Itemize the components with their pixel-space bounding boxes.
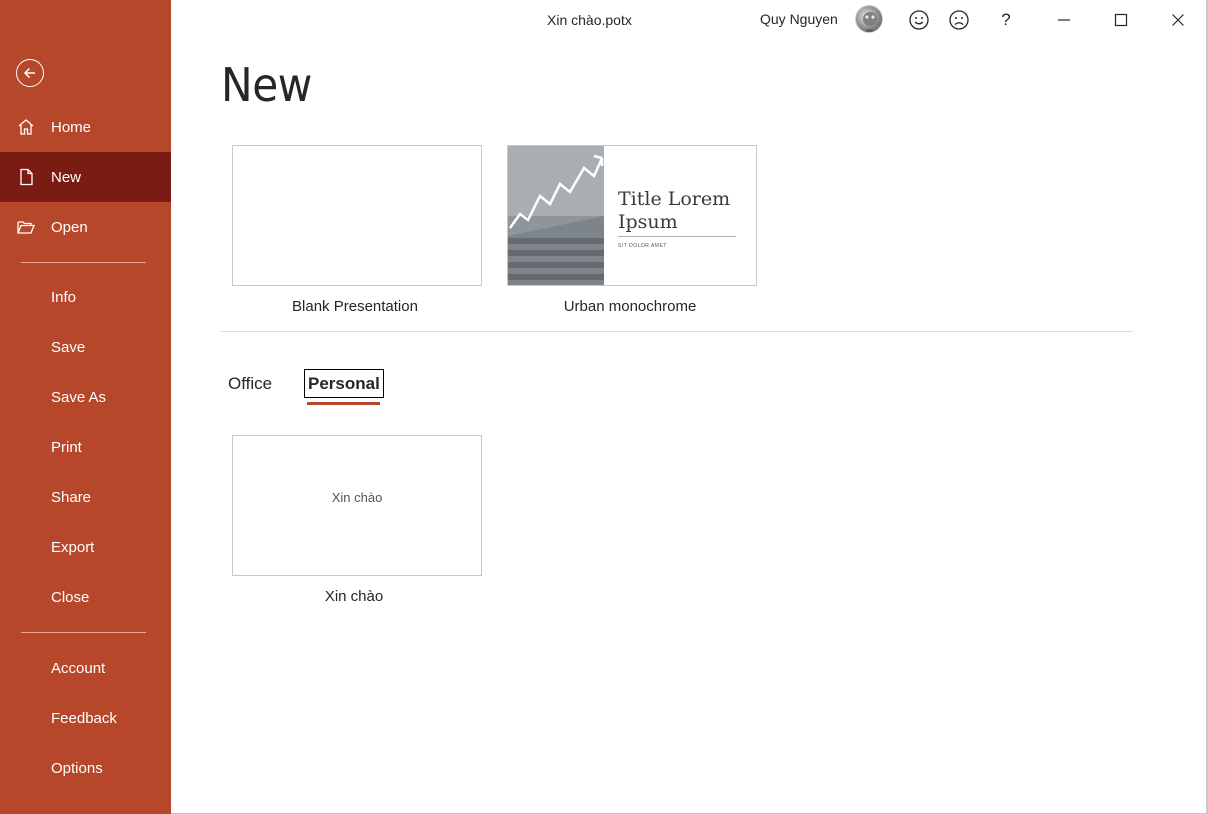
blank-presentation-tile[interactable] <box>232 145 482 286</box>
title-bar: Xin chào.potx Quy Nguyen ? <box>171 0 1208 40</box>
nav-feedback-label: Feedback <box>51 709 117 727</box>
xin-chao-thumbnail-text: Xin chào <box>331 490 383 505</box>
urban-thumbnail-rule <box>618 236 736 237</box>
nav-save-as-label: Save As <box>51 388 107 406</box>
new-document-icon <box>0 167 51 187</box>
nav-home[interactable]: Home <box>0 102 171 152</box>
urban-monochrome-label: Urban monochrome <box>563 298 697 315</box>
nav-open[interactable]: Open <box>0 202 171 252</box>
urban-monochrome-tile[interactable]: Title Lorem Ipsum SIT DOLOR AMET <box>507 145 757 286</box>
smile-icon <box>909 10 929 30</box>
urban-thumbnail-image <box>508 146 604 285</box>
minimize-icon <box>1058 19 1070 21</box>
nav-print[interactable]: Print <box>0 422 171 472</box>
maximize-button[interactable] <box>1107 6 1135 34</box>
nav-info[interactable]: Info <box>0 272 171 322</box>
page-title: New <box>221 58 312 112</box>
back-arrow-icon <box>23 67 35 79</box>
smile-button[interactable] <box>905 6 933 34</box>
tab-personal[interactable]: Personal <box>304 369 384 398</box>
nav-save-label: Save <box>51 338 86 356</box>
xin-chao-template-tile[interactable]: Xin chào <box>232 435 482 576</box>
blank-presentation-label: Blank Presentation <box>292 298 418 315</box>
frown-icon <box>949 10 969 30</box>
nav-account[interactable]: Account <box>0 643 171 693</box>
urban-thumbnail-subtitle: SIT DOLOR AMET <box>618 243 667 249</box>
tab-office[interactable]: Office <box>228 369 272 398</box>
nav-new-label: New <box>51 168 82 186</box>
nav-close-label: Close <box>51 588 90 606</box>
back-button[interactable] <box>16 59 44 87</box>
folder-open-icon <box>0 217 51 237</box>
section-divider <box>221 331 1133 332</box>
sidebar-divider <box>21 262 146 263</box>
avatar[interactable] <box>855 5 883 33</box>
tab-selected-indicator <box>307 402 380 405</box>
nav-close[interactable]: Close <box>0 572 171 622</box>
close-icon <box>1172 14 1184 26</box>
nav-save[interactable]: Save <box>0 322 171 372</box>
document-title: Xin chào.potx <box>547 12 632 28</box>
nav-account-label: Account <box>51 659 106 677</box>
nav-share-label: Share <box>51 488 92 506</box>
nav-options[interactable]: Options <box>0 743 171 793</box>
close-button[interactable] <box>1164 6 1192 34</box>
nav-print-label: Print <box>51 438 82 456</box>
frown-button[interactable] <box>945 6 973 34</box>
home-icon <box>0 117 51 137</box>
maximize-icon <box>1114 13 1128 27</box>
help-button[interactable]: ? <box>992 6 1020 34</box>
backstage-sidebar: Home New Open Info Save Save As Print Sh… <box>0 0 171 814</box>
avatar-image <box>863 12 877 32</box>
nav-export[interactable]: Export <box>0 522 171 572</box>
nav-options-label: Options <box>51 759 103 777</box>
nav-open-label: Open <box>51 218 88 236</box>
nav-export-label: Export <box>51 538 95 556</box>
minimize-button[interactable] <box>1050 6 1078 34</box>
nav-info-label: Info <box>51 288 77 306</box>
nav-home-label: Home <box>51 118 92 136</box>
xin-chao-template-label: Xin chào <box>324 588 384 605</box>
user-name[interactable]: Quy Nguyen <box>760 11 838 27</box>
nav-save-as[interactable]: Save As <box>0 372 171 422</box>
nav-feedback[interactable]: Feedback <box>0 693 171 743</box>
sidebar-divider <box>21 632 146 633</box>
urban-thumbnail-title: Title Lorem Ipsum <box>618 188 731 233</box>
nav-new[interactable]: New <box>0 152 171 202</box>
nav-share[interactable]: Share <box>0 472 171 522</box>
